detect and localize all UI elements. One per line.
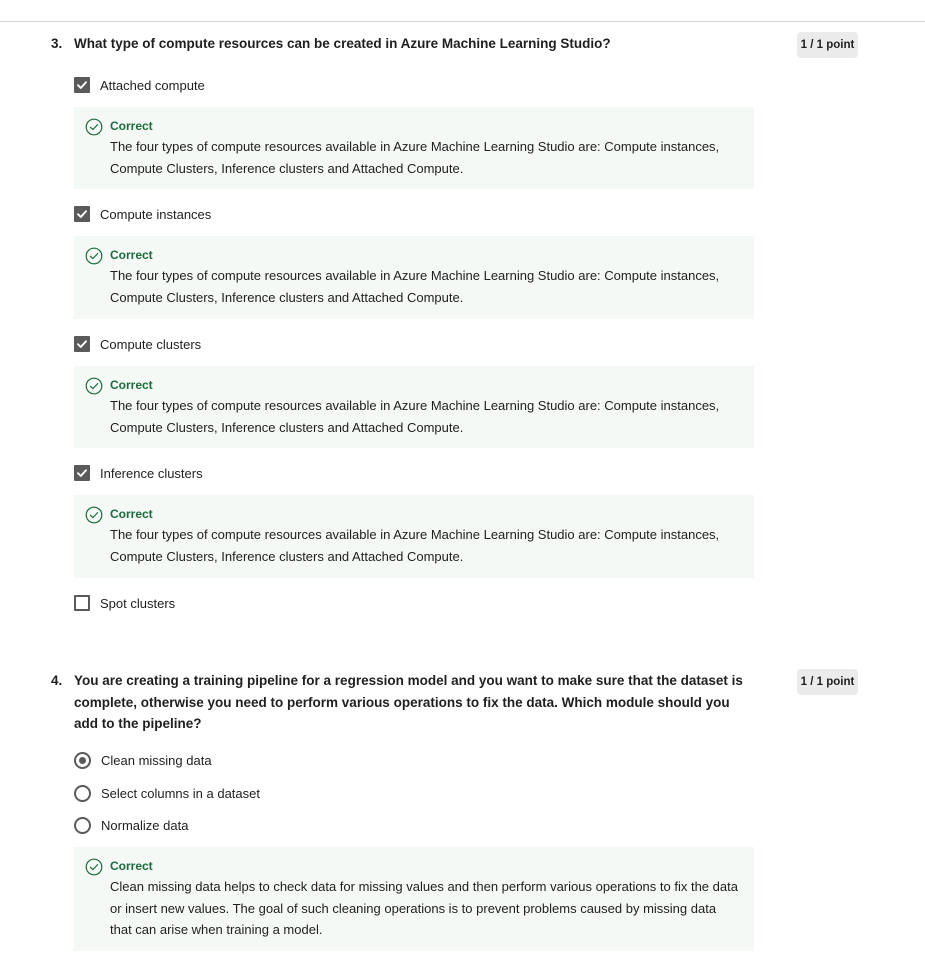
option-label: Spot clusters <box>100 595 176 611</box>
checkbox-checked[interactable] <box>74 336 90 352</box>
option-label: Compute clusters <box>100 336 202 352</box>
question-text: You are creating a training pipeline for… <box>74 673 743 731</box>
feedback-correct: Correct The four types of compute resour… <box>74 107 754 189</box>
option-label: Compute instances <box>100 206 212 222</box>
option-label: Normalize data <box>101 817 189 833</box>
checkbox-checked[interactable] <box>74 465 90 481</box>
option-select-columns[interactable]: Select columns in a dataset <box>74 783 260 803</box>
points-badge: 1 / 1 point <box>797 669 858 695</box>
check-circle-icon <box>85 506 103 524</box>
feedback-title: Correct <box>110 507 153 521</box>
feedback-title: Correct <box>110 119 153 133</box>
feedback-correct: Correct The four types of compute resour… <box>74 495 754 578</box>
checkbox-unchecked[interactable] <box>74 595 90 611</box>
feedback-text: The four types of compute resources avai… <box>110 527 720 564</box>
feedback-correct: Correct Clean missing data helps to chec… <box>74 847 754 951</box>
points-badge: 1 / 1 point <box>797 32 858 58</box>
checkbox-checked[interactable] <box>74 206 90 222</box>
radio-unselected[interactable] <box>74 816 91 834</box>
radio-selected[interactable] <box>74 751 91 769</box>
option-label: Inference clusters <box>100 465 203 481</box>
question-number: 3. <box>51 36 63 51</box>
feedback-correct: Correct The four types of compute resour… <box>74 236 754 319</box>
top-divider <box>0 21 925 22</box>
check-circle-icon <box>85 377 103 395</box>
radio-dot <box>79 756 86 764</box>
option-normalize-data[interactable]: Normalize data <box>74 815 188 835</box>
option-label: Clean missing data <box>101 752 212 768</box>
radio-unselected[interactable] <box>74 784 91 802</box>
check-circle-icon <box>85 118 103 136</box>
question-text: What type of compute resources can be cr… <box>74 36 611 51</box>
feedback-title: Correct <box>110 378 153 392</box>
check-circle-icon <box>85 858 103 876</box>
check-circle-icon <box>85 247 103 265</box>
check-icon <box>77 469 87 477</box>
feedback-title: Correct <box>110 248 153 262</box>
question-number: 4. <box>51 673 63 688</box>
checkbox-checked[interactable] <box>74 77 90 93</box>
option-attached-compute[interactable]: Attached compute <box>74 75 205 95</box>
check-icon <box>77 210 87 218</box>
option-compute-clusters[interactable]: Compute clusters <box>74 334 201 354</box>
option-clean-missing-data[interactable]: Clean missing data <box>74 750 212 770</box>
feedback-text: The four types of compute resources avai… <box>110 268 720 305</box>
option-compute-instances[interactable]: Compute instances <box>74 204 211 224</box>
feedback-text: The four types of compute resources avai… <box>110 139 720 176</box>
feedback-correct: Correct The four types of compute resour… <box>74 366 754 448</box>
feedback-title: Correct <box>110 859 153 873</box>
option-label: Select columns in a dataset <box>101 785 260 801</box>
check-icon <box>77 81 87 89</box>
option-label: Attached compute <box>100 77 205 93</box>
feedback-text: The four types of compute resources avai… <box>110 398 720 435</box>
check-icon <box>77 340 87 348</box>
option-inference-clusters[interactable]: Inference clusters <box>74 463 203 483</box>
feedback-text: Clean missing data helps to check data f… <box>110 879 738 937</box>
option-spot-clusters[interactable]: Spot clusters <box>74 593 175 613</box>
